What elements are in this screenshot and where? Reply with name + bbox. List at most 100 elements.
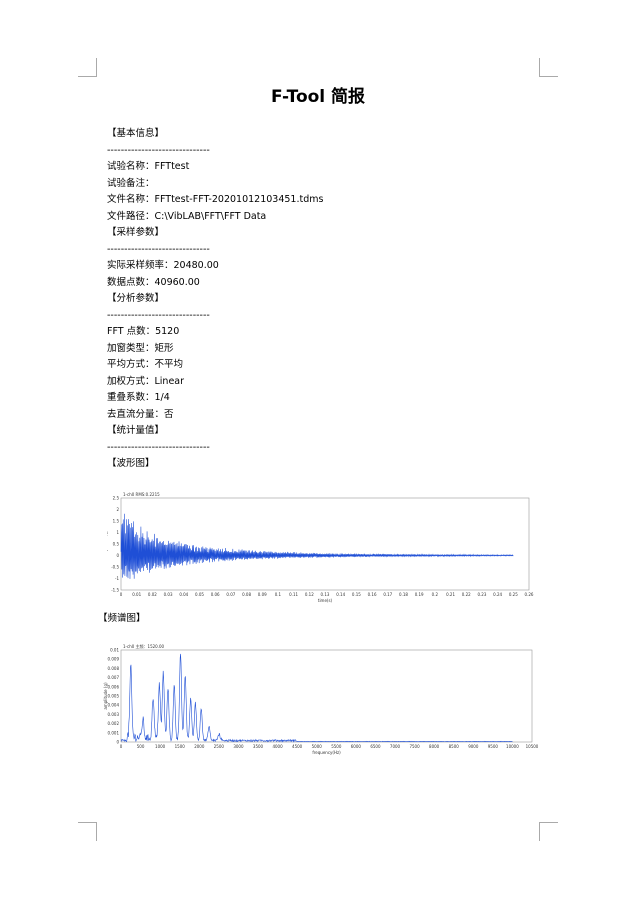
y-tick-label: -0.5 bbox=[111, 565, 119, 570]
x-tick-label: 0.08 bbox=[242, 592, 251, 597]
waveform-chart: 1-ch0 RMS:0.2215 0 0.01 0.02 0.03 0.04 0.05 0.0… bbox=[107, 492, 534, 603]
crop-mark-top-right bbox=[539, 58, 558, 77]
y-tick-label: 0.002 bbox=[108, 721, 120, 726]
x-tick-label: 8000 bbox=[429, 744, 440, 749]
x-tick-label: 7000 bbox=[390, 744, 401, 749]
waveform-series-line bbox=[120, 513, 514, 579]
report-page: F-Tool 简报 【基本信息】 ------------------------… bbox=[0, 0, 636, 899]
x-tick-label: 0.05 bbox=[195, 592, 204, 597]
x-tick-label: 0.21 bbox=[446, 592, 455, 597]
x-tick-label: 0.24 bbox=[493, 592, 502, 597]
x-tick-label: 0.2 bbox=[432, 592, 439, 597]
x-tick-label: 0.14 bbox=[336, 592, 345, 597]
spectrum-series-line bbox=[120, 653, 513, 743]
x-tick-label: 0 bbox=[120, 744, 123, 749]
y-tick-label: 0.5 bbox=[113, 542, 120, 547]
y-tick-label: 1.5 bbox=[113, 519, 120, 524]
x-tick-label: 0.26 bbox=[525, 592, 534, 597]
x-tick-label: 0 bbox=[120, 592, 123, 597]
x-tick-label: 2000 bbox=[194, 744, 205, 749]
x-tick-label: 0.16 bbox=[368, 592, 377, 597]
x-tick-label: 9000 bbox=[468, 744, 479, 749]
y-tick-label: 0.01 bbox=[110, 648, 119, 653]
y-tick-label: 0.003 bbox=[108, 712, 120, 717]
x-tick-label: 0.1 bbox=[275, 592, 282, 597]
y-tick-label: 0.008 bbox=[108, 666, 120, 671]
x-tick-label: 6000 bbox=[351, 744, 362, 749]
y-tick-label: -1.5 bbox=[111, 588, 119, 593]
x-tick-label: 0.03 bbox=[164, 592, 173, 597]
x-tick-label: 0.12 bbox=[305, 592, 314, 597]
x-tick-label: 0.17 bbox=[383, 592, 392, 597]
field-line: 加窗类型：矩形 bbox=[107, 342, 174, 354]
section-heading: 【采样参数】 bbox=[107, 227, 165, 238]
x-axis-label: time(s) bbox=[318, 598, 333, 603]
y-tick-label: 0.001 bbox=[108, 730, 120, 735]
x-tick-label: 6500 bbox=[370, 744, 381, 749]
x-tick-label: 3500 bbox=[253, 744, 264, 749]
y-tick-label: 0.006 bbox=[108, 684, 120, 689]
crop-mark-bottom-right bbox=[539, 822, 558, 841]
field-line: 去直流分量：否 bbox=[107, 408, 174, 420]
x-tick-label: 2500 bbox=[214, 744, 225, 749]
y-tick-label: -1 bbox=[115, 576, 119, 581]
y-tick-label: 2.5 bbox=[113, 496, 120, 501]
section-heading: 【基本信息】 bbox=[107, 128, 165, 139]
y-tick-label: 0.007 bbox=[108, 675, 120, 680]
x-tick-label: 0.06 bbox=[211, 592, 220, 597]
separator-line: ------------------------------ bbox=[107, 441, 210, 453]
x-tick-label: 0.04 bbox=[179, 592, 188, 597]
section-heading: 【统计量值】 bbox=[107, 425, 165, 436]
y-tick-label: 0 bbox=[116, 553, 119, 558]
x-tick-label: 0.02 bbox=[148, 592, 157, 597]
field-line: 试验备注： bbox=[107, 177, 155, 189]
y-axis-label: amplitude (g) bbox=[107, 530, 108, 558]
x-tick-label: 10500 bbox=[526, 744, 539, 749]
x-tick-label: 0.09 bbox=[258, 592, 267, 597]
field-line: 试验名称：FFTtest bbox=[107, 161, 190, 172]
x-tick-label: 1000 bbox=[155, 744, 166, 749]
crop-mark-bottom-left bbox=[78, 822, 97, 841]
x-tick-label: 500 bbox=[137, 744, 145, 749]
x-tick-label: 1500 bbox=[175, 744, 186, 749]
separator-line: ------------------------------ bbox=[107, 309, 210, 321]
field-line: 实际采样频率：20480.00 bbox=[107, 260, 219, 271]
separator-line: ------------------------------ bbox=[107, 144, 210, 156]
y-axis-label: amplitude (g) bbox=[103, 682, 108, 710]
field-line: 文件路径：C:\VibLAB\FFT\FFT Data bbox=[107, 210, 267, 222]
y-tick-label: 2 bbox=[116, 507, 119, 512]
field-line: 加权方式：Linear bbox=[107, 375, 185, 387]
report-body: 【基本信息】 ------------------------------ 试验名称… bbox=[107, 126, 323, 473]
x-tick-label: 7500 bbox=[409, 744, 420, 749]
x-tick-label: 0.01 bbox=[132, 592, 141, 597]
x-tick-label: 4500 bbox=[292, 744, 303, 749]
field-line: FFT 点数：5120 bbox=[107, 326, 180, 337]
chart-title: 1-ch0 主频：1520.00 bbox=[123, 643, 165, 649]
x-tick-label: 0.15 bbox=[352, 592, 361, 597]
x-tick-label: 0.13 bbox=[321, 592, 330, 597]
x-tick-label: 10000 bbox=[506, 744, 519, 749]
x-tick-label: 0.23 bbox=[477, 592, 486, 597]
crop-mark-top-left bbox=[78, 58, 97, 77]
x-tick-label: 4000 bbox=[272, 744, 283, 749]
x-tick-label: 0.18 bbox=[399, 592, 408, 597]
x-tick-label: 3000 bbox=[233, 744, 244, 749]
section-heading: 【波形图】 bbox=[107, 458, 155, 469]
x-tick-label: 5000 bbox=[312, 744, 323, 749]
x-tick-label: 0.25 bbox=[509, 592, 518, 597]
plot-frame bbox=[120, 497, 530, 591]
x-axis-label: frequency(Hz) bbox=[312, 750, 341, 755]
field-line: 重叠系数：1/4 bbox=[107, 392, 170, 403]
x-tick-label: 0.19 bbox=[415, 592, 424, 597]
y-tick-label: 0.004 bbox=[108, 703, 120, 708]
y-tick-label: 0.009 bbox=[108, 657, 120, 662]
separator-line: ------------------------------ bbox=[107, 243, 210, 255]
field-line: 数据点数：40960.00 bbox=[107, 276, 200, 288]
spectrum-chart: 1-ch0 主频：1520.00 0 500 1000 1500 2000 2500 3000… bbox=[103, 643, 539, 755]
field-line: 平均方式：不平均 bbox=[107, 359, 184, 370]
x-tick-label: 9500 bbox=[488, 744, 499, 749]
field-line: 文件名称：FFTtest-FFT-20201012103451.tdms bbox=[107, 194, 324, 205]
x-tick-label: 0.22 bbox=[462, 592, 471, 597]
spectrum-heading: 【频谱图】 bbox=[98, 613, 146, 624]
y-tick-label: 1 bbox=[116, 530, 119, 535]
